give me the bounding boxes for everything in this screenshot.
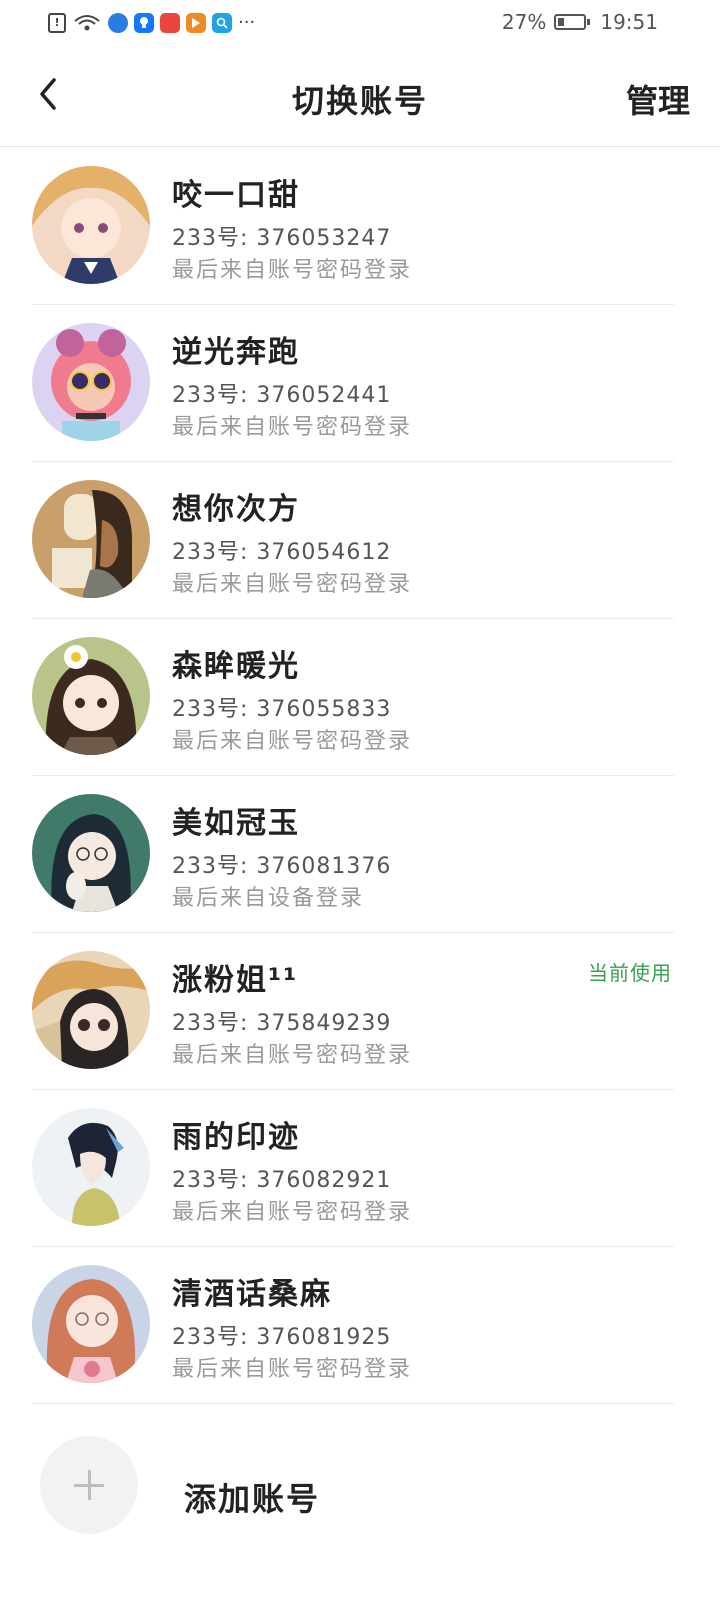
account-row[interactable]: 涨粉姐¹¹ 233号: 375849239 最后来自账号密码登录 当前使用: [0, 933, 720, 1090]
status-bar: ! ··· 27% 19:51: [0, 0, 720, 48]
page-title: 切换账号: [291, 82, 428, 120]
app-icon-bulb: [134, 12, 154, 33]
more-icon: ···: [238, 12, 256, 33]
account-id: 233号: 376082921: [172, 1168, 392, 1193]
account-id: 233号: 376052441: [172, 383, 392, 408]
account-name: 涨粉姐¹¹: [172, 963, 299, 998]
account-id: 233号: 376054612: [172, 540, 392, 565]
account-row[interactable]: 森眸暖光 233号: 376055833 最后来自账号密码登录: [0, 619, 720, 776]
avatar: [32, 166, 150, 284]
plus-icon[interactable]: [40, 1436, 138, 1534]
add-account-label: 添加账号: [184, 1480, 321, 1518]
app-icon-red: [160, 12, 180, 33]
account-row[interactable]: 想你次方 233号: 376054612 最后来自账号密码登录: [0, 462, 720, 619]
avatar: [32, 1108, 150, 1226]
account-row[interactable]: 雨的印迹 233号: 376082921 最后来自账号密码登录: [0, 1090, 720, 1247]
avatar: [32, 951, 150, 1069]
battery-percent: 27%: [501, 10, 547, 34]
account-id: 233号: 376055833: [172, 697, 392, 722]
account-id: 233号: 376053247: [172, 226, 392, 251]
account-id: 233号: 376081925: [172, 1325, 392, 1350]
top-bar: 切换账号 管理: [0, 48, 720, 147]
app-icon-search: [212, 12, 232, 33]
manage-button[interactable]: 管理: [626, 76, 690, 122]
divider: [32, 1403, 674, 1404]
login-source: 最后来自账号密码登录: [172, 1043, 413, 1068]
login-source: 最后来自账号密码登录: [172, 1357, 413, 1382]
login-source: 最后来自账号密码登录: [172, 415, 413, 440]
avatar: [32, 323, 150, 441]
account-name: 想你次方: [172, 492, 300, 527]
add-account-button[interactable]: 添加账号: [0, 1418, 720, 1558]
account-row[interactable]: 美如冠玉 233号: 376081376 最后来自设备登录: [0, 776, 720, 933]
avatar: [32, 480, 150, 598]
login-source: 最后来自账号密码登录: [172, 258, 413, 283]
avatar: [32, 637, 150, 755]
account-row[interactable]: 咬一口甜 233号: 376053247 最后来自账号密码登录: [0, 148, 720, 305]
account-name: 咬一口甜: [172, 178, 300, 213]
wifi-icon: [72, 13, 102, 33]
account-list: 咬一口甜 233号: 376053247 最后来自账号密码登录 逆光奔跑 233…: [0, 148, 720, 1404]
account-name: 美如冠玉: [172, 806, 300, 841]
account-id: 233号: 376081376: [172, 854, 392, 879]
account-name: 森眸暖光: [172, 649, 300, 684]
login-source: 最后来自账号密码登录: [172, 572, 413, 597]
clock: 19:51: [600, 10, 658, 34]
account-name: 逆光奔跑: [172, 335, 300, 370]
account-row[interactable]: 逆光奔跑 233号: 376052441 最后来自账号密码登录: [0, 305, 720, 462]
battery-icon: [554, 14, 591, 30]
avatar: [32, 1265, 150, 1383]
account-id: 233号: 375849239: [172, 1011, 392, 1036]
current-account-badge: 当前使用: [588, 961, 672, 985]
account-name: 雨的印迹: [172, 1120, 300, 1155]
avatar: [32, 794, 150, 912]
app-icon-blue: [108, 12, 128, 33]
account-row[interactable]: 清酒话桑麻 233号: 376081925 最后来自账号密码登录: [0, 1247, 720, 1404]
alert-icon: !: [48, 12, 66, 33]
status-icons: ! ···: [48, 12, 255, 33]
login-source: 最后来自账号密码登录: [172, 1200, 413, 1225]
login-source: 最后来自账号密码登录: [172, 729, 413, 754]
app-icon-orange: [186, 12, 206, 33]
login-source: 最后来自设备登录: [172, 886, 365, 911]
account-name: 清酒话桑麻: [172, 1277, 332, 1312]
status-right: 27% 19:51: [502, 10, 658, 34]
